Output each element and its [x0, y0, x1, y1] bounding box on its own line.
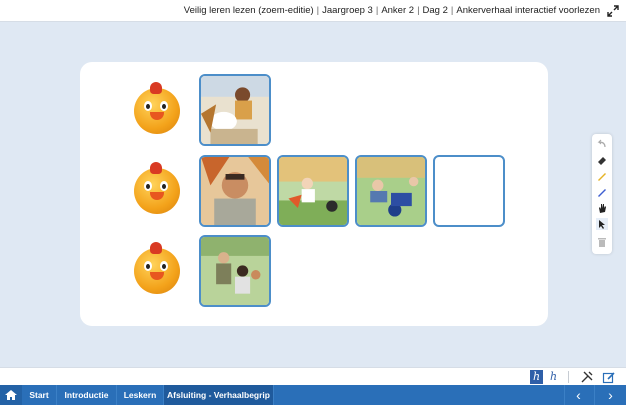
breadcrumb-method: Veilig leren lezen (zoem-editie) — [183, 5, 314, 16]
breadcrumb-anchor: Anker 2 — [381, 5, 415, 16]
breadcrumb-separator: | — [417, 5, 420, 16]
breadcrumb: Veilig leren lezen (zoem-editie) | Jaargro… — [184, 5, 600, 16]
breadcrumb-separator: | — [316, 5, 320, 16]
font-toggle-active[interactable]: h — [530, 370, 543, 384]
top-bar: Veilig leren lezen (zoem-editie) | Jaargro… — [0, 0, 626, 22]
home-icon[interactable] — [0, 385, 22, 405]
pencil-blue-icon[interactable] — [596, 186, 608, 198]
breadcrumb-activity: Ankerverhaal interactief voorlezen — [456, 5, 600, 16]
breadcrumb-separator: | — [375, 5, 379, 16]
story-image-5[interactable] — [199, 235, 271, 307]
lesson-stage — [0, 22, 626, 367]
tab-start[interactable]: Start — [22, 385, 57, 405]
story-image-3[interactable] — [277, 155, 349, 227]
story-image-4[interactable] — [355, 155, 427, 227]
rooster-mascot[interactable] — [134, 82, 180, 134]
next-arrow[interactable]: › — [594, 385, 626, 405]
tab-leskern[interactable]: Leskern — [117, 385, 164, 405]
prev-arrow[interactable]: ‹ — [564, 385, 592, 405]
tab-afsluiting[interactable]: Afsluiting - Verhaalbegrip — [164, 385, 274, 405]
hand-icon[interactable] — [596, 202, 608, 214]
tab-introductie[interactable]: Introductie — [57, 385, 117, 405]
edit-icon[interactable] — [602, 370, 616, 384]
toolbar-divider — [568, 371, 569, 383]
breadcrumb-separator: | — [450, 5, 454, 16]
tools-icon[interactable] — [580, 370, 594, 384]
lesson-nav: Start Introductie Leskern Afsluiting - V… — [0, 385, 626, 405]
breadcrumb-day: Dag 2 — [422, 5, 448, 16]
expand-icon[interactable] — [606, 4, 620, 18]
story-image-1[interactable] — [199, 74, 271, 146]
drawing-toolbox — [592, 134, 612, 254]
breadcrumb-grade: Jaargroep 3 — [322, 5, 373, 16]
eraser-icon[interactable] — [596, 154, 608, 166]
story-image-2[interactable] — [199, 155, 271, 227]
bottom-toolbar: h h — [0, 367, 626, 385]
undo-icon[interactable] — [596, 138, 608, 150]
rooster-mascot[interactable] — [134, 242, 180, 294]
pointer-icon[interactable] — [596, 218, 608, 230]
rooster-mascot[interactable] — [134, 162, 180, 214]
pencil-yellow-icon[interactable] — [596, 170, 608, 182]
empty-slot[interactable] — [433, 155, 505, 227]
sequence-board — [80, 62, 548, 326]
font-toggle-inactive[interactable]: h — [547, 370, 560, 384]
trash-icon[interactable] — [596, 236, 608, 248]
